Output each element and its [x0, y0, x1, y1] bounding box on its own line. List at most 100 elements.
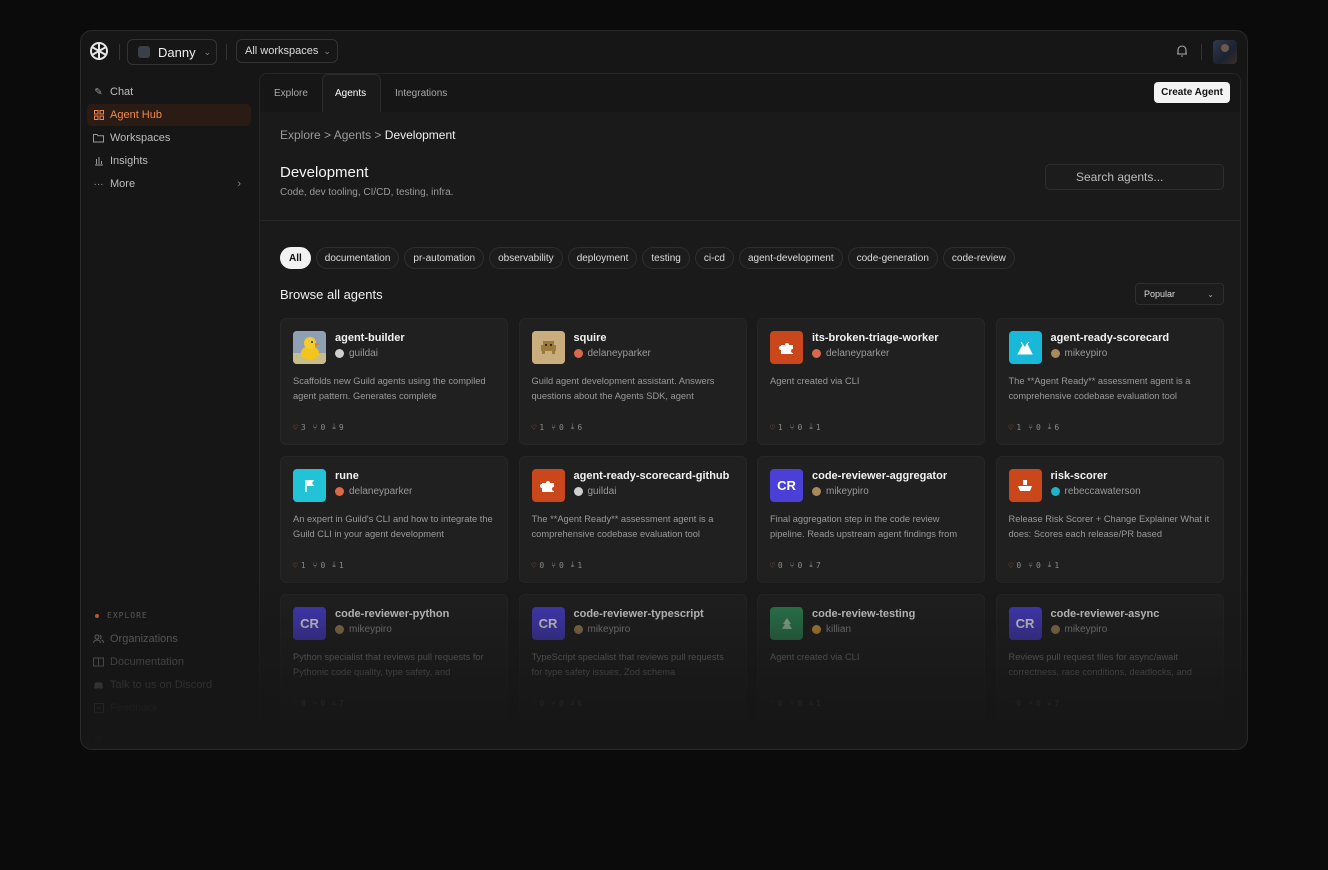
owner-avatar-icon — [335, 349, 344, 358]
agent-owner[interactable]: mikeypiro — [812, 486, 869, 497]
owner-name: mikeypiro — [826, 486, 869, 497]
forks-count: 0 — [1035, 698, 1041, 708]
heart-icon[interactable]: ♡ — [532, 423, 537, 432]
agent-owner[interactable]: delaneyparker — [812, 348, 889, 359]
agent-card[interactable]: CR code-reviewer-async mikeypiro Reviews pu… — [995, 594, 1224, 721]
download-icon: ⤓ — [332, 560, 336, 569]
agent-card[interactable]: agent-ready-scorecard mikeypiro The **Agen… — [995, 318, 1224, 445]
filter-chip-ci-cd[interactable]: ci-cd — [694, 247, 734, 269]
sidebar-item-feedback[interactable]: Feedback — [87, 697, 251, 719]
owner-avatar-icon — [573, 487, 583, 496]
sidebar-item-tools[interactable]: ⚙ Tools — [87, 729, 251, 749]
tab-integrations[interactable]: Integrations — [385, 74, 465, 112]
workspace-selector[interactable]: All workspaces ⌄ — [236, 39, 338, 63]
heart-icon[interactable]: ♡ — [1009, 423, 1014, 432]
filter-chip-documentation[interactable]: documentation — [315, 247, 400, 269]
agent-card[interactable]: CR code-reviewer-python mikeypiro Python sp… — [280, 594, 508, 721]
sidebar-item-label: More — [110, 178, 136, 190]
agent-owner[interactable]: killian — [812, 624, 851, 635]
tab-explore[interactable]: Explore — [264, 74, 318, 112]
owner-avatar-icon — [335, 625, 344, 634]
agent-owner[interactable]: delaneyparker — [573, 348, 651, 359]
agent-name[interactable]: code-reviewer-typescript — [574, 608, 704, 620]
agent-owner[interactable]: guildai — [335, 348, 378, 359]
agent-name[interactable]: code-reviewer-aggregator — [812, 470, 947, 482]
agent-name[interactable]: code-reviewer-async — [1051, 608, 1160, 620]
likes-count: 0 — [539, 698, 545, 708]
download-icon: ⤓ — [332, 698, 336, 707]
agent-name[interactable]: agent-ready-scorecard-github — [574, 470, 730, 482]
filter-chip-observability[interactable]: observability — [489, 247, 563, 269]
heart-icon[interactable]: ♡ — [1009, 561, 1014, 570]
create-agent-button[interactable]: Create Agent — [1154, 82, 1230, 103]
heart-icon[interactable]: ♡ — [1009, 699, 1014, 708]
filter-chip-deployment[interactable]: deployment — [567, 247, 638, 269]
agent-owner[interactable]: delaneyparker — [335, 486, 412, 497]
filter-chip-code-review[interactable]: code-review — [942, 247, 1015, 269]
breadcrumb-explore[interactable]: Explore — [280, 128, 321, 142]
agent-card[interactable]: agent-builder guildai Scaffolds new Guild … — [280, 318, 508, 445]
agent-name[interactable]: agent-ready-scorecard — [1051, 332, 1170, 344]
agent-owner[interactable]: rebeccawaterson — [1050, 486, 1141, 497]
heart-icon[interactable]: ♡ — [770, 699, 775, 708]
agent-card[interactable]: rune delaneyparker An expert in Guild's CL… — [280, 456, 508, 583]
filter-chip-testing[interactable]: testing — [642, 247, 690, 269]
sidebar-item-workspaces[interactable]: Workspaces — [87, 127, 251, 149]
agent-owner[interactable]: mikeypiro — [573, 624, 631, 635]
agent-name[interactable]: code-review-testing — [812, 608, 915, 620]
agent-name[interactable]: risk-scorer — [1051, 470, 1108, 482]
agent-owner[interactable]: guildai — [573, 486, 616, 497]
sidebar-item-chat[interactable]: ✎ Chat — [87, 81, 251, 103]
heart-icon[interactable]: ♡ — [532, 699, 537, 708]
agent-owner[interactable]: mikeypiro — [1050, 624, 1107, 635]
heart-icon[interactable]: ♡ — [770, 561, 775, 570]
agent-card[interactable]: CR code-reviewer-typescript mikeypiro TypeS… — [518, 594, 747, 721]
app-logo-icon[interactable] — [89, 41, 109, 61]
heart-icon[interactable]: ♡ — [532, 561, 537, 570]
agent-name[interactable]: agent-builder — [335, 332, 405, 344]
heart-icon[interactable]: ♡ — [770, 423, 775, 432]
sidebar-item-organizations[interactable]: Organizations — [87, 628, 251, 650]
agent-name[interactable]: code-reviewer-python — [335, 608, 449, 620]
agent-card[interactable]: CR code-reviewer-aggregator mikeypiro Final… — [757, 456, 985, 583]
sidebar-item-more[interactable]: ··· More › — [87, 173, 251, 195]
agent-card[interactable]: code-review-testing killian Agent created … — [757, 594, 985, 721]
owner-avatar-icon — [573, 349, 583, 358]
heart-icon[interactable]: ♡ — [293, 423, 298, 432]
filter-chip-pr-automation[interactable]: pr-automation — [404, 247, 485, 269]
profile-avatar[interactable] — [1213, 40, 1237, 64]
fork-icon: ⑂ — [1028, 698, 1033, 708]
breadcrumb-agents[interactable]: Agents — [334, 128, 371, 142]
heart-icon[interactable]: ♡ — [293, 699, 298, 708]
agent-card[interactable]: squire delaneyparker Guild agent developme… — [518, 318, 747, 445]
sidebar-item-discord[interactable]: Talk to us on Discord — [87, 674, 251, 696]
chevron-right-icon: › — [237, 178, 241, 190]
agent-stats: ♡ 1 ⑂ 0 ⤓ 6 — [1009, 422, 1060, 432]
owner-name: mikeypiro — [587, 624, 631, 635]
folder-icon — [93, 133, 104, 144]
agent-name[interactable]: its-broken-triage-worker — [812, 332, 939, 344]
tab-agents[interactable]: Agents — [322, 74, 381, 112]
agent-owner[interactable]: mikeypiro — [1050, 348, 1107, 359]
bell-icon[interactable] — [1175, 44, 1189, 58]
agent-card[interactable]: agent-ready-scorecard-github guildai The *… — [518, 456, 747, 583]
search-input[interactable]: Search agents... — [1045, 164, 1224, 190]
agent-card[interactable]: risk-scorer rebeccawaterson Release Risk S… — [995, 456, 1224, 583]
filter-chip-agent-development[interactable]: agent-development — [738, 247, 843, 269]
sidebar-item-documentation[interactable]: Documentation — [87, 651, 251, 673]
heart-icon[interactable]: ♡ — [293, 561, 298, 570]
filter-chip-All[interactable]: All — [280, 247, 311, 269]
owner-name: mikeypiro — [349, 624, 392, 635]
filter-chip-code-generation[interactable]: code-generation — [847, 247, 938, 269]
agent-name[interactable]: rune — [335, 470, 359, 482]
sidebar-item-insights[interactable]: Insights — [87, 150, 251, 172]
sidebar-item-label: Tools — [110, 734, 136, 746]
agent-owner[interactable]: mikeypiro — [335, 624, 392, 635]
top-bar: Danny ⌄ All workspaces ⌄ — [81, 31, 1247, 73]
sort-dropdown[interactable]: Popular ⌄ — [1135, 283, 1224, 305]
agent-card[interactable]: its-broken-triage-worker delaneyparker Age… — [757, 318, 985, 445]
user-switcher[interactable]: Danny ⌄ — [127, 39, 217, 65]
sidebar-item-agent-hub[interactable]: Agent Hub — [87, 104, 251, 126]
download-icon: ⤓ — [570, 560, 575, 569]
agent-name[interactable]: squire — [574, 332, 607, 344]
